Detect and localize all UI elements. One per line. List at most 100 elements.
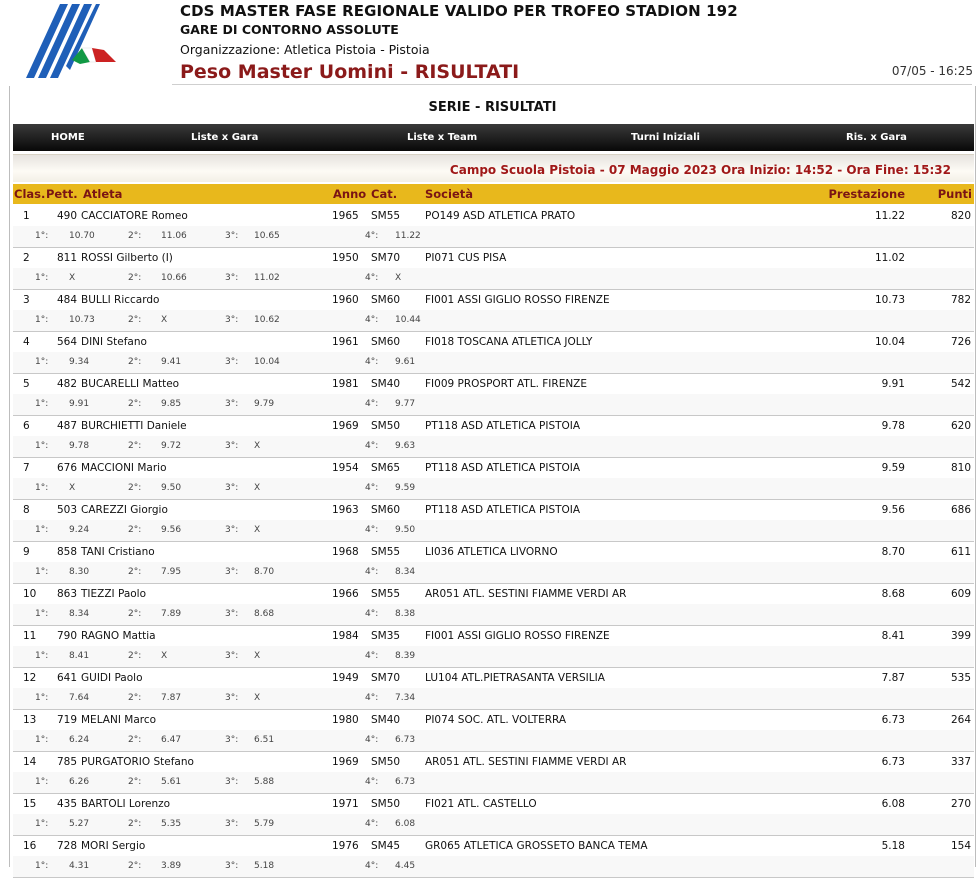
attempt-label: 1°: (35, 693, 49, 703)
nav-liste-gara[interactable]: Liste x Gara (191, 132, 258, 143)
cell-atleta: TIEZZI Paolo (81, 588, 147, 600)
cell-pett: 641 (57, 672, 78, 684)
attempt-label: 3°: (225, 273, 239, 283)
cell-anno: 1949 (332, 672, 359, 684)
cell-societa: PI074 SOC. ATL. VOLTERRA (425, 714, 567, 726)
attempt-value: 7.64 (69, 693, 90, 703)
attempt-label: 2°: (128, 525, 142, 535)
table-row: 1 490 CACCIATORE Romeo 1965 SM55 PO149 ASD AT… (13, 206, 974, 226)
attempt-value: 9.41 (161, 357, 182, 367)
cell-cat: SM40 (371, 378, 401, 390)
attempt-value: 9.59 (395, 483, 416, 493)
nav-liste-team[interactable]: Liste x Team (407, 132, 477, 143)
attempts-row: 1°: X 2°: 9.50 3°: X 4°: 9.59 (13, 478, 974, 500)
attempt-value: 9.50 (395, 525, 416, 535)
cell-societa: PO149 ASD ATLETICA PRATO (425, 210, 576, 222)
cell-prest: 10.04 (874, 336, 905, 348)
attempt-label: 2°: (128, 861, 142, 871)
attempt-value: X (254, 483, 261, 493)
attempt-label: 4°: (365, 525, 379, 535)
attempt-value: 9.34 (69, 357, 90, 367)
table-row: 9 858 TANI Cristiano 1968 SM55 LI036 ATLETICA… (13, 542, 974, 562)
cell-anno: 1980 (332, 714, 359, 726)
cell-societa: FI009 PROSPORT ATL. FIRENZE (425, 378, 588, 390)
attempt-label: 2°: (128, 693, 142, 703)
table-row: 3 484 BULLI Riccardo 1960 SM60 FI001 ASSI GIG… (13, 290, 974, 310)
attempt-label: 3°: (225, 357, 239, 367)
cell-pett: 863 (57, 588, 78, 600)
attempt-label: 2°: (128, 609, 142, 619)
cell-societa: AR051 ATL. SESTINI FIAMME VERDI AR (425, 588, 627, 600)
attempt-value: 10.44 (395, 315, 421, 325)
nav-home[interactable]: HOME (51, 132, 85, 143)
cell-prest: 9.91 (881, 378, 905, 390)
cell-pett: 790 (57, 630, 78, 642)
cell-pett: 785 (57, 756, 78, 768)
attempt-label: 4°: (365, 399, 379, 409)
attempt-value: 11.02 (254, 273, 280, 283)
attempt-label: 4°: (365, 231, 379, 241)
cell-anno: 1984 (332, 630, 359, 642)
attempts-row: 1°: 8.41 2°: X 3°: X 4°: 8.39 (13, 646, 974, 668)
attempt-label: 4°: (365, 483, 379, 493)
attempt-value: 6.73 (395, 777, 416, 787)
cell-cat: SM50 (371, 420, 401, 432)
attempts-row: 1°: 9.91 2°: 9.85 3°: 9.79 4°: 9.77 (13, 394, 974, 416)
cell-atleta: BURCHIETTI Daniele (81, 420, 187, 432)
cell-prest: 10.73 (874, 294, 905, 306)
col-prestazione: Prestazione (828, 187, 905, 201)
cell-atleta: BARTOLI Lorenzo (81, 798, 171, 810)
cell-punti: 535 (950, 672, 971, 684)
cell-societa: FI018 TOSCANA ATLETICA JOLLY (425, 336, 593, 348)
cell-atleta: RAGNO Mattia (81, 630, 156, 642)
cell-prest: 7.87 (881, 672, 905, 684)
attempt-label: 3°: (225, 315, 239, 325)
table-row: 11 790 RAGNO Mattia 1984 SM35 FI001 ASSI GIGL… (13, 626, 974, 646)
attempt-value: 7.95 (161, 567, 182, 577)
organization-label: Organizzazione: Atletica Pistoia - Pisto… (180, 42, 430, 57)
attempt-label: 3°: (225, 819, 239, 829)
nav-turni-iniziali[interactable]: Turni Iniziali (631, 132, 700, 143)
cell-pett: 676 (57, 462, 78, 474)
cell-anno: 1976 (332, 840, 359, 852)
cell-punti: 337 (950, 756, 971, 768)
attempt-label: 4°: (365, 861, 379, 871)
cell-atleta: BUCARELLI Matteo (81, 378, 180, 390)
cell-anno: 1963 (332, 504, 359, 516)
attempt-label: 4°: (365, 735, 379, 745)
attempt-value: 5.61 (161, 777, 182, 787)
attempt-label: 4°: (365, 693, 379, 703)
cell-societa: LI036 ATLETICA LIVORNO (425, 546, 558, 558)
attempt-value: 10.65 (254, 231, 280, 241)
cell-punti: 399 (950, 630, 971, 642)
cell-societa: AR051 ATL. SESTINI FIAMME VERDI AR (425, 756, 627, 768)
col-cat: Cat. (371, 187, 398, 201)
attempt-label: 1°: (35, 819, 49, 829)
attempt-label: 1°: (35, 609, 49, 619)
attempt-label: 3°: (225, 525, 239, 535)
attempt-label: 4°: (365, 357, 379, 367)
attempt-label: 2°: (128, 315, 142, 325)
nav-ris-gara[interactable]: Ris. x Gara (846, 132, 907, 143)
attempt-label: 4°: (365, 609, 379, 619)
attempt-value: 8.34 (395, 567, 416, 577)
cell-clas: 3 (23, 294, 30, 306)
col-societa: Società (425, 187, 473, 201)
attempt-value: 6.24 (69, 735, 90, 745)
cell-clas: 8 (23, 504, 30, 516)
attempt-label: 3°: (225, 651, 239, 661)
cell-punti: 810 (950, 462, 971, 474)
event-title: Peso Master Uomini - RISULTATI (180, 61, 520, 83)
attempt-value: 5.79 (254, 819, 275, 829)
cell-punti: 264 (950, 714, 971, 726)
attempt-label: 3°: (225, 441, 239, 451)
cell-anno: 1968 (332, 546, 359, 558)
attempt-value: 10.04 (254, 357, 280, 367)
attempt-value: 8.38 (395, 609, 416, 619)
cell-pett: 503 (57, 504, 78, 516)
attempt-label: 1°: (35, 441, 49, 451)
nav-bar: HOME Liste x Gara Liste x Team Turni Ini… (13, 124, 974, 151)
attempts-row: 1°: 9.24 2°: 9.56 3°: X 4°: 9.50 (13, 520, 974, 542)
attempt-value: 5.88 (254, 777, 275, 787)
attempt-label: 2°: (128, 651, 142, 661)
